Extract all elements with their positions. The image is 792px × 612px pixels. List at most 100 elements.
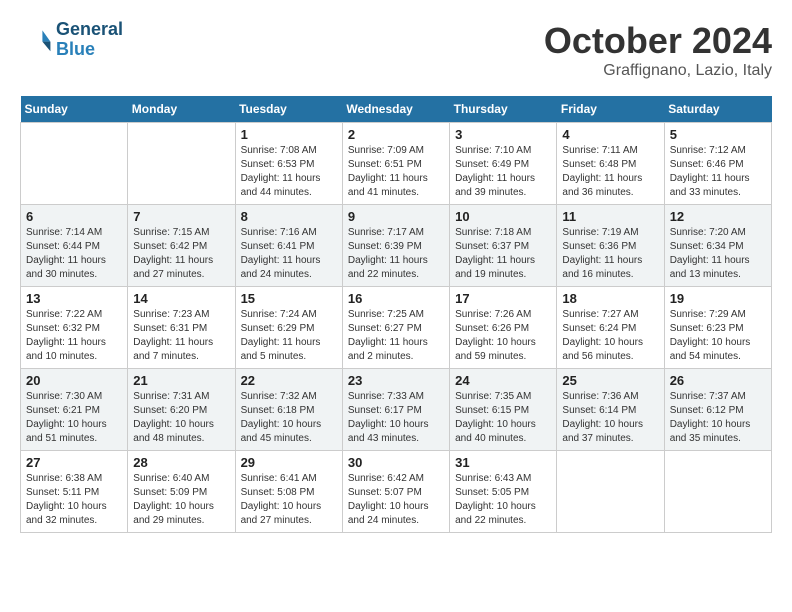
calendar-table: SundayMondayTuesdayWednesdayThursdayFrid… bbox=[20, 96, 772, 533]
title-block: October 2024 Graffignano, Lazio, Italy bbox=[544, 20, 772, 80]
day-info: Sunrise: 7:16 AM Sunset: 6:41 PM Dayligh… bbox=[241, 226, 337, 282]
day-cell: 29 Sunrise: 6:41 AM Sunset: 5:08 PM Dayli… bbox=[235, 451, 342, 533]
day-info: Sunrise: 7:37 AM Sunset: 6:12 PM Dayligh… bbox=[670, 390, 766, 446]
day-info: Sunrise: 7:32 AM Sunset: 6:18 PM Dayligh… bbox=[241, 390, 337, 446]
day-number: 29 bbox=[241, 455, 337, 470]
col-header-saturday: Saturday bbox=[664, 96, 771, 123]
day-number: 14 bbox=[133, 291, 229, 306]
day-cell: 27 Sunrise: 6:38 AM Sunset: 5:11 PM Dayli… bbox=[21, 451, 128, 533]
location: Graffignano, Lazio, Italy bbox=[544, 62, 772, 80]
day-info: Sunrise: 7:20 AM Sunset: 6:34 PM Dayligh… bbox=[670, 226, 766, 282]
day-cell bbox=[557, 451, 664, 533]
day-info: Sunrise: 7:35 AM Sunset: 6:15 PM Dayligh… bbox=[455, 390, 551, 446]
col-header-wednesday: Wednesday bbox=[342, 96, 449, 123]
day-number: 10 bbox=[455, 209, 551, 224]
day-cell: 23Sunrise: 7:33 AM Sunset: 6:17 PM Dayli… bbox=[342, 369, 449, 451]
page-header: General Blue October 2024 Graffignano, L… bbox=[20, 20, 772, 80]
day-info: Sunrise: 6:41 AM Sunset: 5:08 PM Dayligh… bbox=[241, 472, 337, 528]
day-cell: 24 Sunrise: 7:35 AM Sunset: 6:15 PM Dayli… bbox=[450, 369, 557, 451]
day-info: Sunrise: 7:12 AM Sunset: 6:46 PM Dayligh… bbox=[670, 144, 766, 200]
day-info: Sunrise: 7:26 AM Sunset: 6:26 PM Dayligh… bbox=[455, 308, 551, 364]
day-cell: 22 Sunrise: 7:32 AM Sunset: 6:18 PM Dayli… bbox=[235, 369, 342, 451]
day-number: 7 bbox=[133, 209, 229, 224]
day-number: 12 bbox=[670, 209, 766, 224]
day-cell: 9 Sunrise: 7:17 AM Sunset: 6:39 PM Daylig… bbox=[342, 205, 449, 287]
day-cell: 4Sunrise: 7:11 AM Sunset: 6:48 PM Daylig… bbox=[557, 123, 664, 205]
day-cell: 31 Sunrise: 6:43 AM Sunset: 5:05 PM Dayli… bbox=[450, 451, 557, 533]
day-cell: 7Sunrise: 7:15 AM Sunset: 6:42 PM Daylig… bbox=[128, 205, 235, 287]
day-cell: 3Sunrise: 7:10 AM Sunset: 6:49 PM Daylig… bbox=[450, 123, 557, 205]
day-number: 28 bbox=[133, 455, 229, 470]
day-cell: 21Sunrise: 7:31 AM Sunset: 6:20 PM Dayli… bbox=[128, 369, 235, 451]
day-number: 30 bbox=[348, 455, 444, 470]
col-header-friday: Friday bbox=[557, 96, 664, 123]
col-header-sunday: Sunday bbox=[21, 96, 128, 123]
day-info: Sunrise: 7:14 AM Sunset: 6:44 PM Dayligh… bbox=[26, 226, 122, 282]
day-number: 22 bbox=[241, 373, 337, 388]
day-cell: 18 Sunrise: 7:27 AM Sunset: 6:24 PM Dayli… bbox=[557, 287, 664, 369]
day-number: 6 bbox=[26, 209, 122, 224]
col-header-monday: Monday bbox=[128, 96, 235, 123]
day-info: Sunrise: 7:08 AM Sunset: 6:53 PM Dayligh… bbox=[241, 144, 337, 200]
day-info: Sunrise: 6:38 AM Sunset: 5:11 PM Dayligh… bbox=[26, 472, 122, 528]
month-title: October 2024 bbox=[544, 20, 772, 62]
day-info: Sunrise: 7:29 AM Sunset: 6:23 PM Dayligh… bbox=[670, 308, 766, 364]
day-cell: 26 Sunrise: 7:37 AM Sunset: 6:12 PM Dayli… bbox=[664, 369, 771, 451]
day-cell bbox=[128, 123, 235, 205]
day-number: 9 bbox=[348, 209, 444, 224]
day-cell: 14Sunrise: 7:23 AM Sunset: 6:31 PM Dayli… bbox=[128, 287, 235, 369]
col-header-thursday: Thursday bbox=[450, 96, 557, 123]
day-number: 23 bbox=[348, 373, 444, 388]
day-cell: 11 Sunrise: 7:19 AM Sunset: 6:36 PM Dayli… bbox=[557, 205, 664, 287]
week-row-5: 27 Sunrise: 6:38 AM Sunset: 5:11 PM Dayli… bbox=[21, 451, 772, 533]
day-cell: 12 Sunrise: 7:20 AM Sunset: 6:34 PM Dayli… bbox=[664, 205, 771, 287]
day-number: 4 bbox=[562, 127, 658, 142]
day-number: 24 bbox=[455, 373, 551, 388]
col-header-tuesday: Tuesday bbox=[235, 96, 342, 123]
day-cell: 8Sunrise: 7:16 AM Sunset: 6:41 PM Daylig… bbox=[235, 205, 342, 287]
day-number: 20 bbox=[26, 373, 122, 388]
logo-text: General Blue bbox=[56, 20, 123, 60]
day-number: 11 bbox=[562, 209, 658, 224]
day-cell: 25Sunrise: 7:36 AM Sunset: 6:14 PM Dayli… bbox=[557, 369, 664, 451]
day-cell: 30 Sunrise: 6:42 AM Sunset: 5:07 PM Dayli… bbox=[342, 451, 449, 533]
day-info: Sunrise: 6:42 AM Sunset: 5:07 PM Dayligh… bbox=[348, 472, 444, 528]
day-number: 15 bbox=[241, 291, 337, 306]
day-cell: 16 Sunrise: 7:25 AM Sunset: 6:27 PM Dayli… bbox=[342, 287, 449, 369]
logo-icon bbox=[20, 24, 52, 56]
day-number: 27 bbox=[26, 455, 122, 470]
day-number: 18 bbox=[562, 291, 658, 306]
day-number: 5 bbox=[670, 127, 766, 142]
header-row: SundayMondayTuesdayWednesdayThursdayFrid… bbox=[21, 96, 772, 123]
day-number: 31 bbox=[455, 455, 551, 470]
day-info: Sunrise: 7:17 AM Sunset: 6:39 PM Dayligh… bbox=[348, 226, 444, 282]
day-cell: 28 Sunrise: 6:40 AM Sunset: 5:09 PM Dayli… bbox=[128, 451, 235, 533]
day-info: Sunrise: 7:25 AM Sunset: 6:27 PM Dayligh… bbox=[348, 308, 444, 364]
week-row-1: 1 Sunrise: 7:08 AM Sunset: 6:53 PM Daylig… bbox=[21, 123, 772, 205]
week-row-4: 20 Sunrise: 7:30 AM Sunset: 6:21 PM Dayli… bbox=[21, 369, 772, 451]
day-info: Sunrise: 7:09 AM Sunset: 6:51 PM Dayligh… bbox=[348, 144, 444, 200]
day-info: Sunrise: 7:27 AM Sunset: 6:24 PM Dayligh… bbox=[562, 308, 658, 364]
day-cell: 13Sunrise: 7:22 AM Sunset: 6:32 PM Dayli… bbox=[21, 287, 128, 369]
day-number: 3 bbox=[455, 127, 551, 142]
day-cell bbox=[664, 451, 771, 533]
day-number: 1 bbox=[241, 127, 337, 142]
day-number: 16 bbox=[348, 291, 444, 306]
week-row-3: 13Sunrise: 7:22 AM Sunset: 6:32 PM Dayli… bbox=[21, 287, 772, 369]
day-cell: 6 Sunrise: 7:14 AM Sunset: 6:44 PM Daylig… bbox=[21, 205, 128, 287]
day-number: 26 bbox=[670, 373, 766, 388]
day-cell: 15Sunrise: 7:24 AM Sunset: 6:29 PM Dayli… bbox=[235, 287, 342, 369]
day-info: Sunrise: 6:40 AM Sunset: 5:09 PM Dayligh… bbox=[133, 472, 229, 528]
day-info: Sunrise: 7:36 AM Sunset: 6:14 PM Dayligh… bbox=[562, 390, 658, 446]
day-info: Sunrise: 7:22 AM Sunset: 6:32 PM Dayligh… bbox=[26, 308, 122, 364]
day-cell: 10 Sunrise: 7:18 AM Sunset: 6:37 PM Dayli… bbox=[450, 205, 557, 287]
day-info: Sunrise: 7:18 AM Sunset: 6:37 PM Dayligh… bbox=[455, 226, 551, 282]
day-number: 17 bbox=[455, 291, 551, 306]
day-info: Sunrise: 7:30 AM Sunset: 6:21 PM Dayligh… bbox=[26, 390, 122, 446]
day-info: Sunrise: 6:43 AM Sunset: 5:05 PM Dayligh… bbox=[455, 472, 551, 528]
day-info: Sunrise: 7:19 AM Sunset: 6:36 PM Dayligh… bbox=[562, 226, 658, 282]
week-row-2: 6 Sunrise: 7:14 AM Sunset: 6:44 PM Daylig… bbox=[21, 205, 772, 287]
day-cell: 2Sunrise: 7:09 AM Sunset: 6:51 PM Daylig… bbox=[342, 123, 449, 205]
day-cell: 5 Sunrise: 7:12 AM Sunset: 6:46 PM Daylig… bbox=[664, 123, 771, 205]
day-cell bbox=[21, 123, 128, 205]
